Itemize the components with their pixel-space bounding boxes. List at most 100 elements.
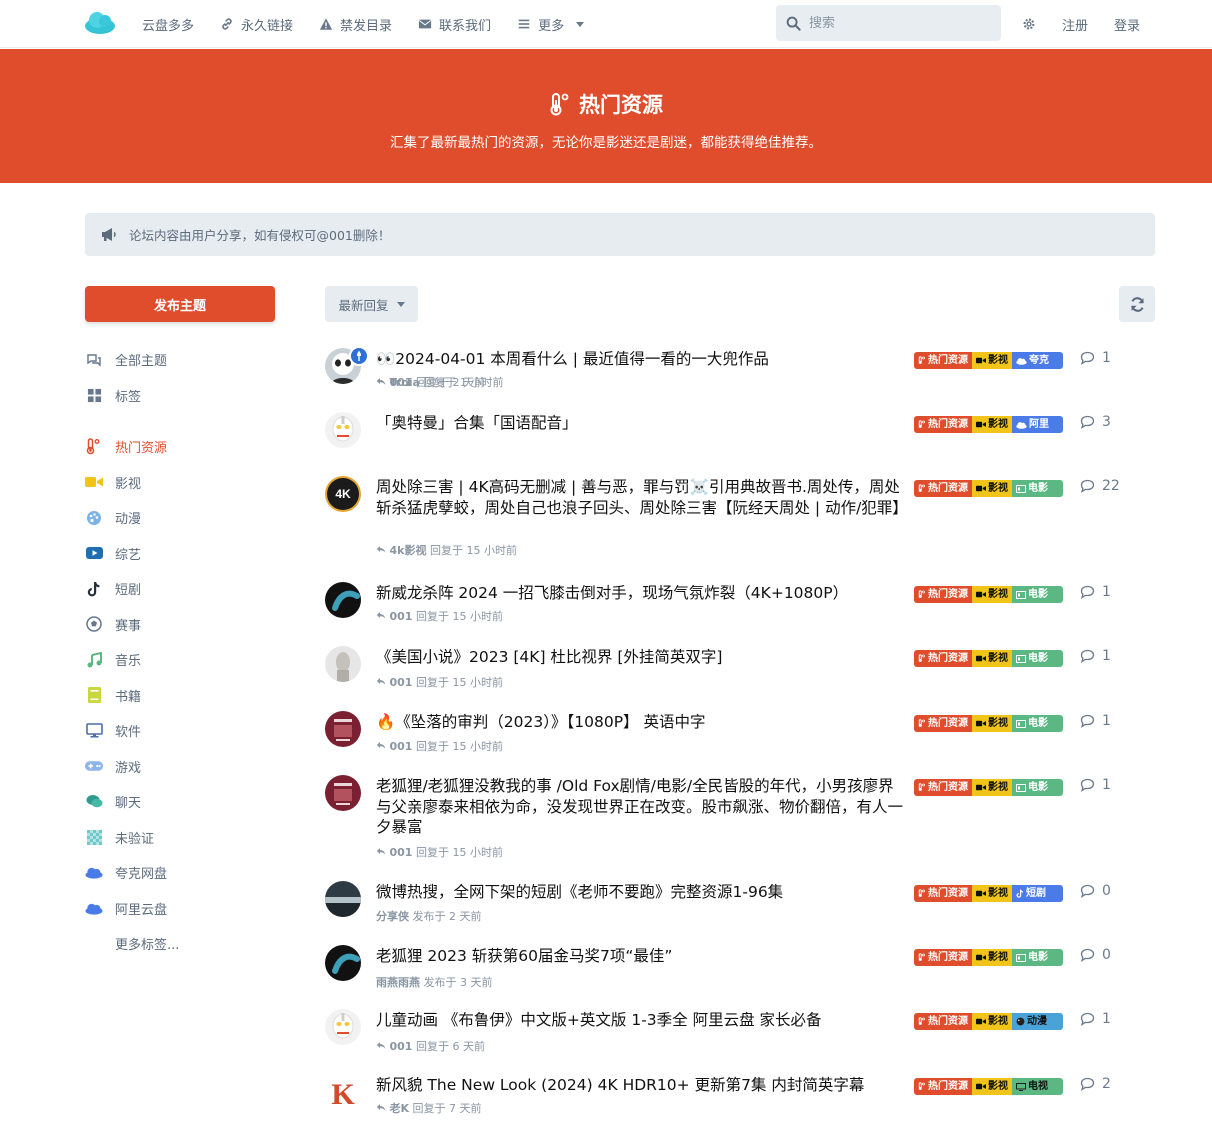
sidebar-item-6[interactable]: 短剧 (85, 571, 275, 607)
tag-badge[interactable]: 影视 (972, 949, 1012, 966)
tag-badge[interactable]: 热门资源 (914, 1078, 972, 1095)
discussion-title[interactable]: 老狐狸 2023 斩获第60届金马奖7项“最佳” (376, 946, 906, 967)
tag-badge[interactable]: 电影 (1012, 650, 1063, 667)
tag-badge[interactable]: 电视 (1012, 1078, 1063, 1095)
video-camera-icon (976, 784, 986, 791)
tag-badge[interactable]: 影视 (972, 715, 1012, 732)
register-link[interactable]: 注册 (1062, 15, 1088, 34)
discussion-title[interactable]: 🔥《坠落的审判（2023）》【1080P】 英语中字 (376, 712, 906, 733)
username[interactable]: 雨燕雨燕 (376, 976, 420, 989)
nav-item-more[interactable]: 更多 (517, 15, 585, 34)
avatar[interactable]: 4K (325, 476, 361, 512)
tag-badge[interactable]: 夸克 (1012, 352, 1063, 369)
discussion-title[interactable]: 👀2024-04-01 本周看什么 | 最近值得一看的一大兜作品 (376, 349, 906, 370)
sidebar-item-16[interactable]: 更多标签... (85, 926, 275, 962)
username[interactable]: 4k影视 (390, 544, 427, 557)
sidebar-item-7[interactable]: 赛事 (85, 607, 275, 643)
tag-badge[interactable]: 热门资源 (914, 480, 972, 497)
start-discussion-button[interactable]: 发布主题 (85, 286, 275, 322)
avatar[interactable] (325, 711, 361, 747)
sidebar-item-3[interactable]: 影视 (85, 465, 275, 501)
avatar[interactable] (325, 945, 361, 981)
tag-badge[interactable]: 热门资源 (914, 779, 972, 796)
avatar[interactable] (325, 1009, 361, 1045)
sidebar-item-2[interactable]: 热门资源 (85, 429, 275, 465)
tag-badge[interactable]: 影视 (972, 1078, 1012, 1095)
search-input[interactable] (809, 15, 989, 31)
cloud-logo-icon[interactable] (84, 9, 116, 35)
username[interactable]: 001 (390, 676, 413, 689)
tag-badge[interactable]: 电影 (1012, 480, 1063, 497)
avatar[interactable] (325, 881, 361, 917)
tag-badge[interactable]: 热门资源 (914, 1013, 972, 1030)
discussion-title[interactable]: 儿童动画 《布鲁伊》中文版+英文版 1-3季全 阿里云盘 家长必备 (376, 1010, 906, 1031)
username[interactable]: 001 (390, 610, 413, 623)
tag-badge[interactable]: 热门资源 (914, 949, 972, 966)
sidebar-item-9[interactable]: 书籍 (85, 678, 275, 714)
tag-badge[interactable]: 影视 (972, 586, 1012, 603)
avatar[interactable] (325, 582, 361, 618)
tag-badge[interactable]: 热门资源 (914, 416, 972, 433)
username[interactable]: 001 (390, 740, 413, 753)
gear-icon[interactable] (1022, 17, 1036, 31)
discussion-title[interactable]: 「奥特曼」合集「国语配音」 (376, 413, 906, 434)
sidebar-item-0[interactable]: 全部主题 (85, 342, 275, 378)
sidebar-item-8[interactable]: 音乐 (85, 642, 275, 678)
tag-badge[interactable]: 电影 (1012, 715, 1063, 732)
discussion-title[interactable]: 周处除三害 | 4K高码无删减 | 善与恶，罪与罚☠️引用典故晋书.周处传，周处… (376, 477, 908, 518)
tag-badge[interactable]: 热门资源 (914, 586, 972, 603)
tag-badge[interactable]: 动漫 (1012, 1013, 1063, 1030)
tag-badge[interactable]: 热门资源 (914, 885, 972, 902)
discussion-title[interactable]: 微博热搜，全网下架的短剧《老师不要跑》完整资源1-96集 (376, 882, 906, 903)
discussion-title[interactable]: 新威龙杀阵 2024 一招飞膝击倒对手，现场气氛炸裂（4K+1080P） (376, 583, 906, 604)
sidebar-item-15[interactable]: 阿里云盘 (85, 891, 275, 927)
nav-item-permalink[interactable]: 永久链接 (220, 15, 293, 34)
tag-badge[interactable]: 影视 (972, 416, 1012, 433)
sidebar-item-4[interactable]: 动漫 (85, 500, 275, 536)
nav-item-banned[interactable]: 禁发目录 (319, 15, 392, 34)
avatar[interactable] (325, 775, 361, 811)
tag-badge[interactable]: 影视 (972, 885, 1012, 902)
tag-badge[interactable]: 热门资源 (914, 715, 972, 732)
sidebar-item-1[interactable]: 标签 (85, 378, 275, 414)
sidebar-item-13[interactable]: 未验证 (85, 820, 275, 856)
login-link[interactable]: 登录 (1114, 15, 1140, 34)
tag-badge[interactable]: 热门资源 (914, 352, 972, 369)
username[interactable]: 001 (390, 846, 413, 859)
nav-item-home[interactable]: 云盘多多 (142, 15, 194, 34)
tag-badge[interactable]: 短剧 (1012, 885, 1063, 902)
sidebar-item-12[interactable]: 聊天 (85, 784, 275, 820)
tag-badge[interactable]: 电影 (1012, 949, 1063, 966)
tag-label: 影视 (988, 1016, 1008, 1027)
username[interactable]: 001 (390, 1040, 413, 1053)
sidebar-nav: 全部主题 标签热门资源 影视 动漫 综艺 短剧 赛事 音乐 书籍 软件 游戏 聊天 未验证 夸克网盘 阿里云… (85, 342, 275, 962)
discussion-title[interactable]: 新风貌 The New Look (2024) 4K HDR10+ 更新第7集 … (376, 1075, 906, 1096)
username[interactable]: Troia (390, 376, 420, 389)
tag-badge[interactable]: 电影 (1012, 586, 1063, 603)
tag-badge[interactable]: 影视 (972, 480, 1012, 497)
tag-badge[interactable]: 影视 (972, 352, 1012, 369)
discussion-title[interactable]: 《美国小说》2023 [4K] 杜比视界 [外挂简英双字] (376, 647, 906, 668)
discussion-meta: 老K 回复于 7 天前 (376, 1100, 482, 1116)
username[interactable]: 分享侠 (376, 910, 409, 923)
tag-badge[interactable]: 阿里 (1012, 416, 1063, 433)
discussion-title[interactable]: 老狐狸/老狐狸没教我的事 /Old Fox剧情/电影/全民皆股的年代，小男孩廖界… (376, 776, 906, 838)
sort-dropdown[interactable]: 最新回复 (325, 286, 418, 322)
avatar[interactable] (325, 412, 361, 448)
tag-badge[interactable]: 影视 (972, 1013, 1012, 1030)
cloud-icon (85, 864, 103, 882)
avatar[interactable] (325, 646, 361, 682)
username[interactable]: 老K (390, 1102, 410, 1115)
tag-badge[interactable]: 热门资源 (914, 650, 972, 667)
nav-item-contact[interactable]: 联系我们 (418, 15, 491, 34)
tag-badge[interactable]: 影视 (972, 650, 1012, 667)
sidebar-item-10[interactable]: 软件 (85, 713, 275, 749)
avatar[interactable]: K (325, 1074, 361, 1110)
sidebar-item-14[interactable]: 夸克网盘 (85, 855, 275, 891)
tag-badge[interactable]: 电影 (1012, 779, 1063, 796)
sidebar-item-5[interactable]: 综艺 (85, 536, 275, 572)
tag-badge[interactable]: 影视 (972, 779, 1012, 796)
search-box[interactable] (776, 5, 1001, 41)
sidebar-item-11[interactable]: 游戏 (85, 749, 275, 785)
refresh-button[interactable] (1119, 286, 1155, 322)
